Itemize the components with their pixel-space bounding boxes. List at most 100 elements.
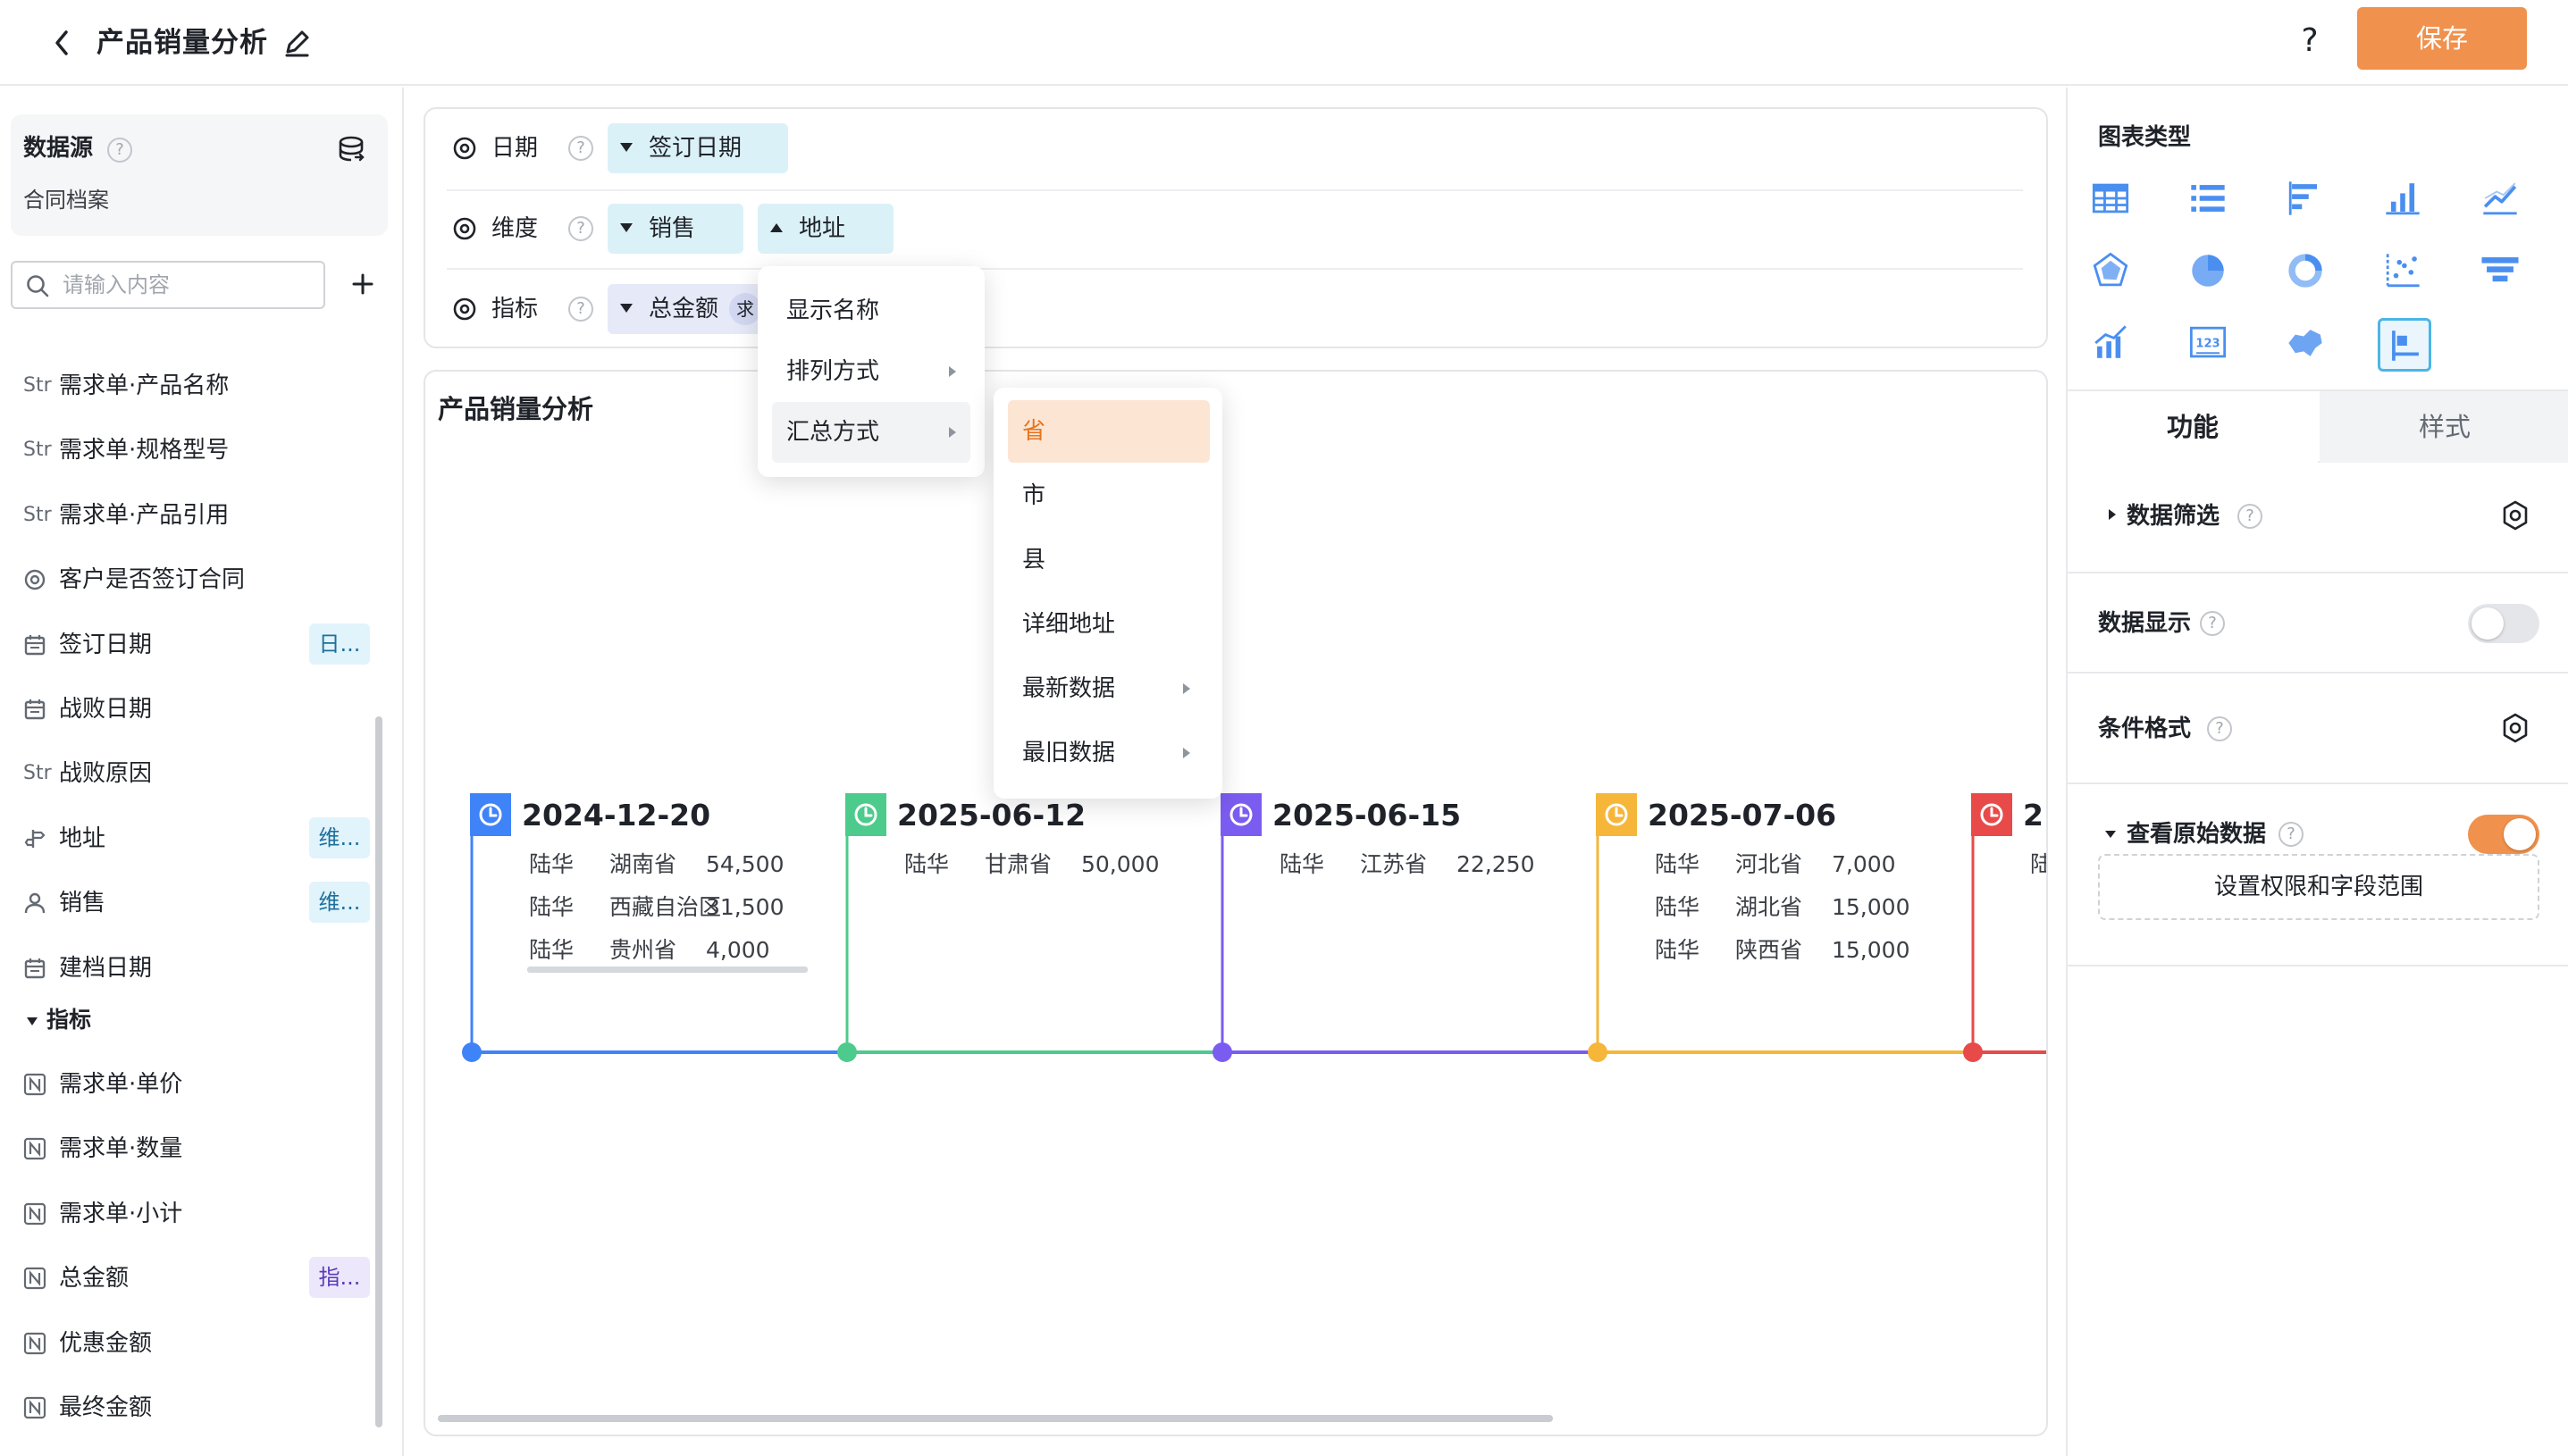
pill-sign-date[interactable]: 签订日期: [608, 123, 788, 173]
field-item[interactable]: 地址 维...: [0, 812, 393, 866]
pill-sales[interactable]: 销售: [608, 204, 743, 254]
help-icon[interactable]: ?: [2200, 611, 2225, 636]
field-item[interactable]: 签订日期 日...: [0, 618, 393, 672]
submenu-item-city[interactable]: 市: [1008, 464, 1210, 527]
caret-right-icon[interactable]: [2109, 509, 2116, 520]
submenu-item-detail-address[interactable]: 详细地址: [1008, 593, 1210, 656]
submenu-item-label: 最新数据: [1022, 675, 1116, 702]
field-item[interactable]: 总金额 指...: [0, 1251, 393, 1305]
chart-type-line-icon[interactable]: [2475, 173, 2529, 227]
submenu-item-label: 最旧数据: [1022, 740, 1116, 766]
event-cell: 15,000: [1832, 937, 1909, 963]
number-type-icon: [23, 1262, 59, 1294]
submenu-item-county[interactable]: 县: [1008, 529, 1210, 591]
submenu-item-latest[interactable]: 最新数据: [1008, 657, 1210, 720]
help-icon[interactable]: ?: [2207, 716, 2232, 741]
chart-type-timeline-icon[interactable]: [2378, 318, 2431, 372]
field-item[interactable]: Str 战败原因: [0, 747, 393, 800]
search-input[interactable]: [63, 263, 313, 307]
datasource-name: 合同档案: [23, 188, 109, 213]
help-icon[interactable]: ?: [2278, 822, 2304, 847]
chart-type-funnel-icon[interactable]: [2475, 246, 2529, 299]
set-permission-button[interactable]: 设置权限和字段范围: [2098, 854, 2539, 920]
edit-pencil-icon[interactable]: [281, 25, 313, 61]
pill-address[interactable]: 地址: [758, 204, 894, 254]
submenu-item-label: 省: [1022, 418, 1046, 445]
chart-type-map-icon[interactable]: [2280, 318, 2334, 372]
help-icon[interactable]: ?: [568, 216, 593, 241]
chart-type-bar-horizontal-icon[interactable]: [2280, 173, 2334, 227]
timeline-dot: [1213, 1042, 1232, 1062]
menu-item-aggregation[interactable]: 汇总方式: [772, 402, 970, 463]
datasource-help-icon[interactable]: ?: [107, 138, 132, 163]
metrics-section-header[interactable]: 指标: [27, 1000, 91, 1040]
field-item[interactable]: 战败日期: [0, 682, 393, 736]
field-item[interactable]: 优惠金额: [0, 1317, 393, 1370]
field-label: 战败日期: [59, 696, 153, 723]
chart-card: 产品销量分析 2024-12-20 陆华 湖南省 54,500 陆华 西藏自治区 31,50…: [424, 370, 2048, 1436]
chart-type-table-icon[interactable]: [2085, 173, 2139, 227]
datasource-card: 数据源 ? 合同档案: [11, 114, 388, 236]
submenu-item-oldest[interactable]: 最旧数据: [1008, 722, 1210, 784]
caret-down-icon: [620, 143, 633, 152]
menu-item-display-name[interactable]: 显示名称: [772, 280, 970, 341]
submenu-item-label: 县: [1022, 547, 1046, 573]
chart-type-bar-icon[interactable]: [2378, 173, 2431, 227]
field-label: 需求单·产品引用: [59, 501, 230, 529]
field-label: 需求单·产品名称: [59, 372, 230, 399]
database-switch-icon[interactable]: [336, 134, 366, 164]
chart-type-donut-icon[interactable]: [2280, 246, 2334, 299]
submenu-item-province[interactable]: 省: [1008, 400, 1210, 463]
chart-type-list-icon[interactable]: [2183, 173, 2237, 227]
save-button[interactable]: 保存: [2357, 7, 2527, 70]
field-item[interactable]: 客户是否签订合同: [0, 553, 393, 607]
field-item[interactable]: 销售 维...: [0, 876, 393, 930]
event-cell: 陕西省: [1735, 937, 1802, 963]
number-type-icon: [23, 1392, 59, 1424]
field-item[interactable]: 最终金额: [0, 1381, 393, 1435]
chart-type-number-icon[interactable]: 123: [2183, 318, 2237, 372]
chart-type-radar-icon[interactable]: [2085, 246, 2139, 299]
data-display-toggle[interactable]: [2468, 604, 2539, 643]
chart-horizontal-scrollbar[interactable]: [438, 1415, 1553, 1422]
chart-type-scatter-icon[interactable]: [2378, 246, 2431, 299]
menu-item-sort[interactable]: 排列方式: [772, 341, 970, 402]
tab-style[interactable]: 样式: [2320, 391, 2568, 463]
page-title: 产品销量分析: [97, 27, 268, 59]
settings-gear-icon[interactable]: [2498, 711, 2532, 745]
help-icon[interactable]: ?: [568, 136, 593, 161]
field-item[interactable]: 需求单·小计: [0, 1187, 393, 1241]
field-item[interactable]: Str 需求单·规格型号: [0, 423, 393, 477]
help-icon[interactable]: ?: [2295, 20, 2325, 63]
chart-type-pie-icon[interactable]: [2183, 246, 2237, 299]
tab-function[interactable]: 功能: [2068, 391, 2318, 463]
left-scrollbar[interactable]: [375, 716, 382, 1427]
field-label: 签订日期: [59, 631, 153, 658]
event-cell: 陆华: [1280, 851, 1324, 877]
event-cell: 4,000: [706, 937, 770, 963]
aggregation-badge[interactable]: 求: [729, 293, 761, 325]
help-icon[interactable]: ?: [2237, 504, 2262, 529]
chart-type-combo-icon[interactable]: [2085, 318, 2139, 372]
pill-total-amount[interactable]: 总金额 求: [608, 284, 761, 334]
field-search-box[interactable]: [11, 261, 325, 309]
toggle-knob: [2504, 818, 2536, 850]
help-icon[interactable]: ?: [568, 297, 593, 322]
field-label: 销售: [59, 890, 106, 917]
raw-data-toggle[interactable]: [2468, 815, 2539, 854]
add-field-icon[interactable]: [345, 266, 381, 302]
location-icon: [23, 823, 59, 855]
caret-down-icon[interactable]: [2105, 831, 2116, 838]
event-date: 2024-12-20: [522, 798, 710, 833]
field-item[interactable]: 需求单·单价: [0, 1058, 393, 1111]
field-label: 客户是否签订合同: [59, 566, 246, 594]
field-item[interactable]: 需求单·数量: [0, 1122, 393, 1176]
field-item[interactable]: 建档日期: [0, 941, 393, 995]
field-item[interactable]: Str 需求单·产品引用: [0, 489, 393, 542]
event-cell: 陆华: [529, 937, 574, 963]
event-cell: 陆华: [1655, 851, 1699, 877]
settings-gear-icon[interactable]: [2498, 498, 2532, 532]
field-item[interactable]: Str 需求单·产品名称: [0, 359, 393, 413]
right-panel: 图表类型 123 功能 样式 数据筛选 ? 数据显示 ? 条件格式 ? 查看原始…: [2066, 88, 2568, 1456]
back-arrow-icon[interactable]: [46, 21, 79, 64]
